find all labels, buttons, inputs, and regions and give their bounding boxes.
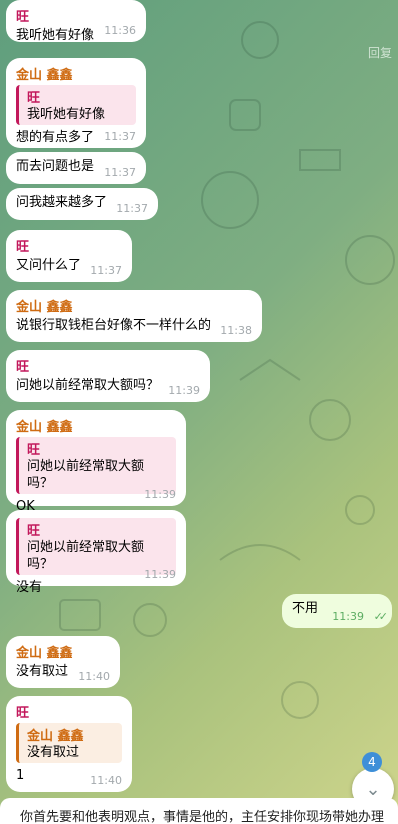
sender-name: 旺: [16, 706, 30, 721]
message-bubble[interactable]: 而去问题也是 11:37: [6, 152, 146, 184]
message-time: 11:37: [104, 166, 136, 179]
message-input[interactable]: 你首先要和他表明观点，事情是他的，主任安排你现场带她办理: [0, 798, 398, 824]
message-time: 11:40: [78, 670, 110, 683]
message-time: 11:37: [116, 202, 148, 215]
message-time: 11:39: [168, 384, 200, 397]
message-bubble[interactable]: 问我越来越多了 11:37: [6, 188, 158, 220]
message-bubble[interactable]: 金山 鑫鑫 旺 我听她有好像 想的有点多了 11:37: [6, 58, 146, 148]
message-time: 11:37: [90, 264, 122, 277]
quote-sender: 金山 鑫鑫: [27, 729, 84, 744]
message-bubble[interactable]: 旺 问她以前经常取大额吗？ 没有 11:39: [6, 510, 186, 595]
quote-text: 我听她有好像: [27, 107, 106, 122]
message-text: 说银行取钱柜台好像不一样什么的: [16, 318, 212, 333]
sender-name: 金山 鑫鑫: [16, 68, 73, 83]
message-time: 11:39: [144, 568, 176, 581]
message-time: 11:37: [104, 130, 136, 143]
quote-sender: 旺: [27, 524, 41, 539]
sender-name: 旺: [16, 10, 30, 25]
reply-hint: 回复: [367, 46, 392, 60]
quote-text: 问她以前经常取大额吗？: [27, 459, 145, 491]
message-time: 11:39: [332, 610, 364, 623]
reply-quote[interactable]: 旺 问她以前经常取大额吗？: [16, 518, 176, 575]
message-bubble[interactable]: 旺 我听她有好像 11:36: [6, 0, 146, 43]
unread-badge: 4: [362, 752, 382, 772]
message-bubble[interactable]: 旺 又问什么了 11:37: [6, 230, 132, 282]
sender-name: 旺: [16, 240, 30, 255]
message-bubble[interactable]: 金山 鑫鑫 说银行取钱柜台好像不一样什么的 11:38: [6, 290, 262, 342]
chevron-down-icon: ⌄: [365, 778, 381, 800]
message-bubble-outgoing[interactable]: 不用 11:39 ✓✓: [282, 594, 392, 628]
message-bubble[interactable]: 金山 鑫鑫 旺 问她以前经常取大额吗？ OK 11:39: [6, 410, 186, 514]
sender-name: 旺: [16, 360, 30, 375]
sender-name: 金山 鑫鑫: [16, 300, 73, 315]
sender-name: 金山 鑫鑫: [16, 646, 73, 661]
message-time: 11:40: [90, 774, 122, 787]
message-bubble[interactable]: 金山 鑫鑫 没有取过 11:40: [6, 636, 120, 688]
message-bubble[interactable]: 旺 金山 鑫鑫 没有取过 1 11:40: [6, 696, 132, 792]
message-time: 11:38: [220, 324, 252, 337]
message-time: 11:36: [104, 24, 136, 37]
message-text: 没有: [16, 580, 43, 595]
message-bubble[interactable]: 旺 问她以前经常取大额吗？ 11:39: [6, 350, 210, 402]
message-time: 11:39: [144, 488, 176, 501]
sender-name: 金山 鑫鑫: [16, 420, 73, 435]
double-check-icon: ✓✓: [373, 610, 389, 623]
quote-sender: 旺: [27, 91, 41, 106]
reply-quote[interactable]: 旺 我听她有好像: [16, 85, 136, 125]
quote-sender: 旺: [27, 443, 41, 458]
reply-quote[interactable]: 旺 问她以前经常取大额吗？: [16, 437, 176, 494]
quote-text: 没有取过: [27, 745, 80, 760]
reply-quote[interactable]: 金山 鑫鑫 没有取过: [16, 723, 122, 763]
